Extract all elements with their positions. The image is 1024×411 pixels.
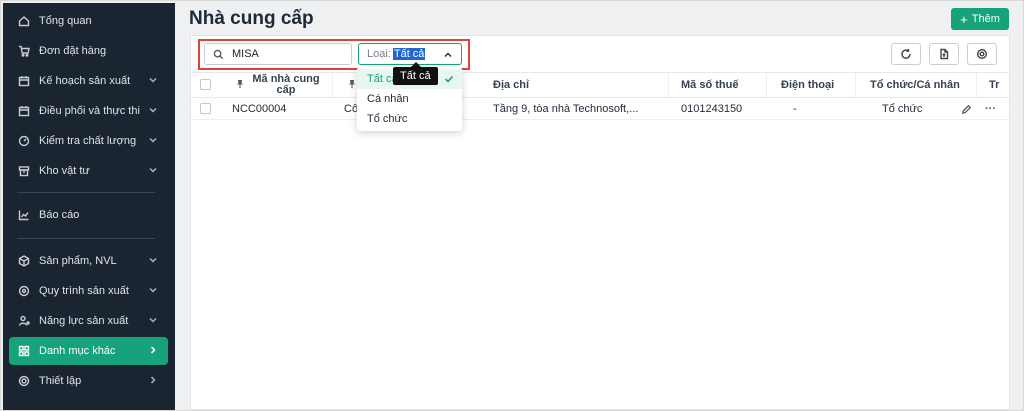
sidebar-item-overview[interactable]: Tổng quan: [9, 7, 168, 35]
main-content: Nhà cung cấp + Thêm MISA Loại: Tất cả Mã…: [175, 3, 1023, 410]
sidebar-divider: [17, 238, 155, 239]
cell-org-type: Tổ chức: [882, 103, 923, 115]
plus-icon: +: [960, 11, 968, 27]
sidebar-item-label: Sản phẩm, NVL: [39, 255, 117, 267]
pin-icon: [235, 79, 245, 92]
chevron-down-icon: [148, 285, 160, 297]
sidebar-item-label: Năng lực sản xuất: [39, 315, 129, 327]
calendar-check-icon: [17, 104, 31, 118]
cell-tax-code: 0101243150: [681, 103, 743, 115]
cell-code: NCC00004: [232, 103, 287, 115]
tooltip: Tất cả: [393, 62, 438, 85]
column-header-phone[interactable]: Điện thoại: [767, 73, 856, 97]
sidebar-item-label: Báo cáo: [39, 209, 80, 221]
sidebar-item-label: Danh mục khác: [39, 345, 116, 357]
gear-icon: [976, 48, 988, 60]
select-all-checkbox[interactable]: [200, 79, 211, 90]
dropdown-option-organization[interactable]: Tổ chức: [357, 109, 462, 129]
sidebar-item-label: Quy trình sản xuất: [39, 285, 129, 297]
annotation-highlight-box: [198, 39, 470, 70]
sidebar-item-label: Tổng quan: [39, 15, 92, 27]
calendar-icon: [17, 74, 31, 88]
chevron-down-icon: [148, 105, 160, 117]
chevron-right-icon: [148, 345, 160, 357]
sidebar-item-quality[interactable]: Kiểm tra chất lượng: [9, 127, 168, 155]
dropdown-option-individual[interactable]: Cá nhân: [357, 89, 462, 109]
sidebar-divider: [17, 192, 155, 193]
refresh-button[interactable]: [891, 43, 921, 65]
chart-icon: [17, 208, 31, 222]
sidebar-item-process[interactable]: Quy trình sản xuất: [9, 277, 168, 305]
box-icon: [17, 164, 31, 178]
refresh-icon: [901, 49, 911, 59]
edit-icon[interactable]: [961, 98, 975, 120]
table-row[interactable]: NCC00004 Cô Tầng 9, tòa nhà Technosoft,.…: [191, 98, 1009, 120]
sidebar-item-label: Đơn đặt hàng: [39, 45, 107, 57]
sidebar-item-other-categories[interactable]: Danh mục khác: [9, 337, 168, 365]
column-header-tax-code[interactable]: Mã số thuế: [669, 73, 767, 97]
cell-phone: -: [793, 103, 797, 115]
sidebar-item-products[interactable]: Sản phẩm, NVL: [9, 247, 168, 275]
grid-icon: [17, 344, 31, 358]
add-button-label: Thêm: [971, 13, 1000, 25]
column-header-address[interactable]: Địa chỉ: [483, 73, 669, 97]
table-header: Mã nhà cung cấp Địa chỉ Mã số thuế Điện …: [191, 72, 1009, 98]
chevron-right-icon: [148, 375, 160, 387]
cell-address: Tầng 9, tòa nhà Technosoft,...: [493, 103, 639, 115]
page-title: Nhà cung cấp: [189, 8, 314, 29]
sidebar-item-capacity[interactable]: Năng lực sản xuất: [9, 307, 168, 335]
sidebar-item-label: Thiết lập: [39, 375, 82, 387]
sidebar-item-orders[interactable]: Đơn đặt hàng: [9, 37, 168, 65]
cart-icon: [17, 44, 31, 58]
column-header-org-type[interactable]: Tổ chức/Cá nhân: [856, 73, 977, 97]
chevron-down-icon: [148, 255, 160, 267]
chevron-down-icon: [148, 75, 160, 87]
column-header-truncated[interactable]: Tr: [977, 73, 1009, 97]
gauge-icon: [17, 134, 31, 148]
chevron-down-icon: [148, 135, 160, 147]
check-icon: [444, 74, 454, 87]
chevron-down-icon: [148, 165, 160, 177]
home-icon: [17, 14, 31, 28]
sidebar-item-warehouse[interactable]: Kho vật tư: [9, 157, 168, 185]
cycle-icon: [17, 284, 31, 298]
app-frame: Tổng quan Đơn đặt hàng Kế hoạch sản xuất…: [0, 0, 1024, 411]
file-export-icon: [940, 48, 949, 60]
sidebar: Tổng quan Đơn đặt hàng Kế hoạch sản xuất…: [3, 3, 175, 410]
gear-icon: [17, 374, 31, 388]
row-checkbox[interactable]: [200, 103, 211, 114]
chevron-down-icon: [148, 315, 160, 327]
column-header-code[interactable]: Mã nhà cung cấp: [224, 73, 333, 97]
cube-icon: [17, 254, 31, 268]
user-gear-icon: [17, 314, 31, 328]
add-button[interactable]: + Thêm: [951, 8, 1009, 30]
sidebar-item-reports[interactable]: Báo cáo: [9, 201, 168, 229]
export-button[interactable]: [929, 43, 959, 65]
sidebar-item-label: Kho vật tư: [39, 165, 90, 177]
pin-icon: [347, 79, 357, 92]
sidebar-item-settings[interactable]: Thiết lập: [9, 367, 168, 395]
settings-button[interactable]: [967, 43, 997, 65]
more-icon[interactable]: ···: [985, 98, 1001, 120]
sidebar-item-dispatch[interactable]: Điều phối và thực thi: [9, 97, 168, 125]
sidebar-item-label: Kiểm tra chất lượng: [39, 135, 137, 147]
sidebar-item-label: Điều phối và thực thi: [39, 105, 140, 117]
sidebar-item-production-plan[interactable]: Kế hoạch sản xuất: [9, 67, 168, 95]
sidebar-item-label: Kế hoạch sản xuất: [39, 75, 131, 87]
